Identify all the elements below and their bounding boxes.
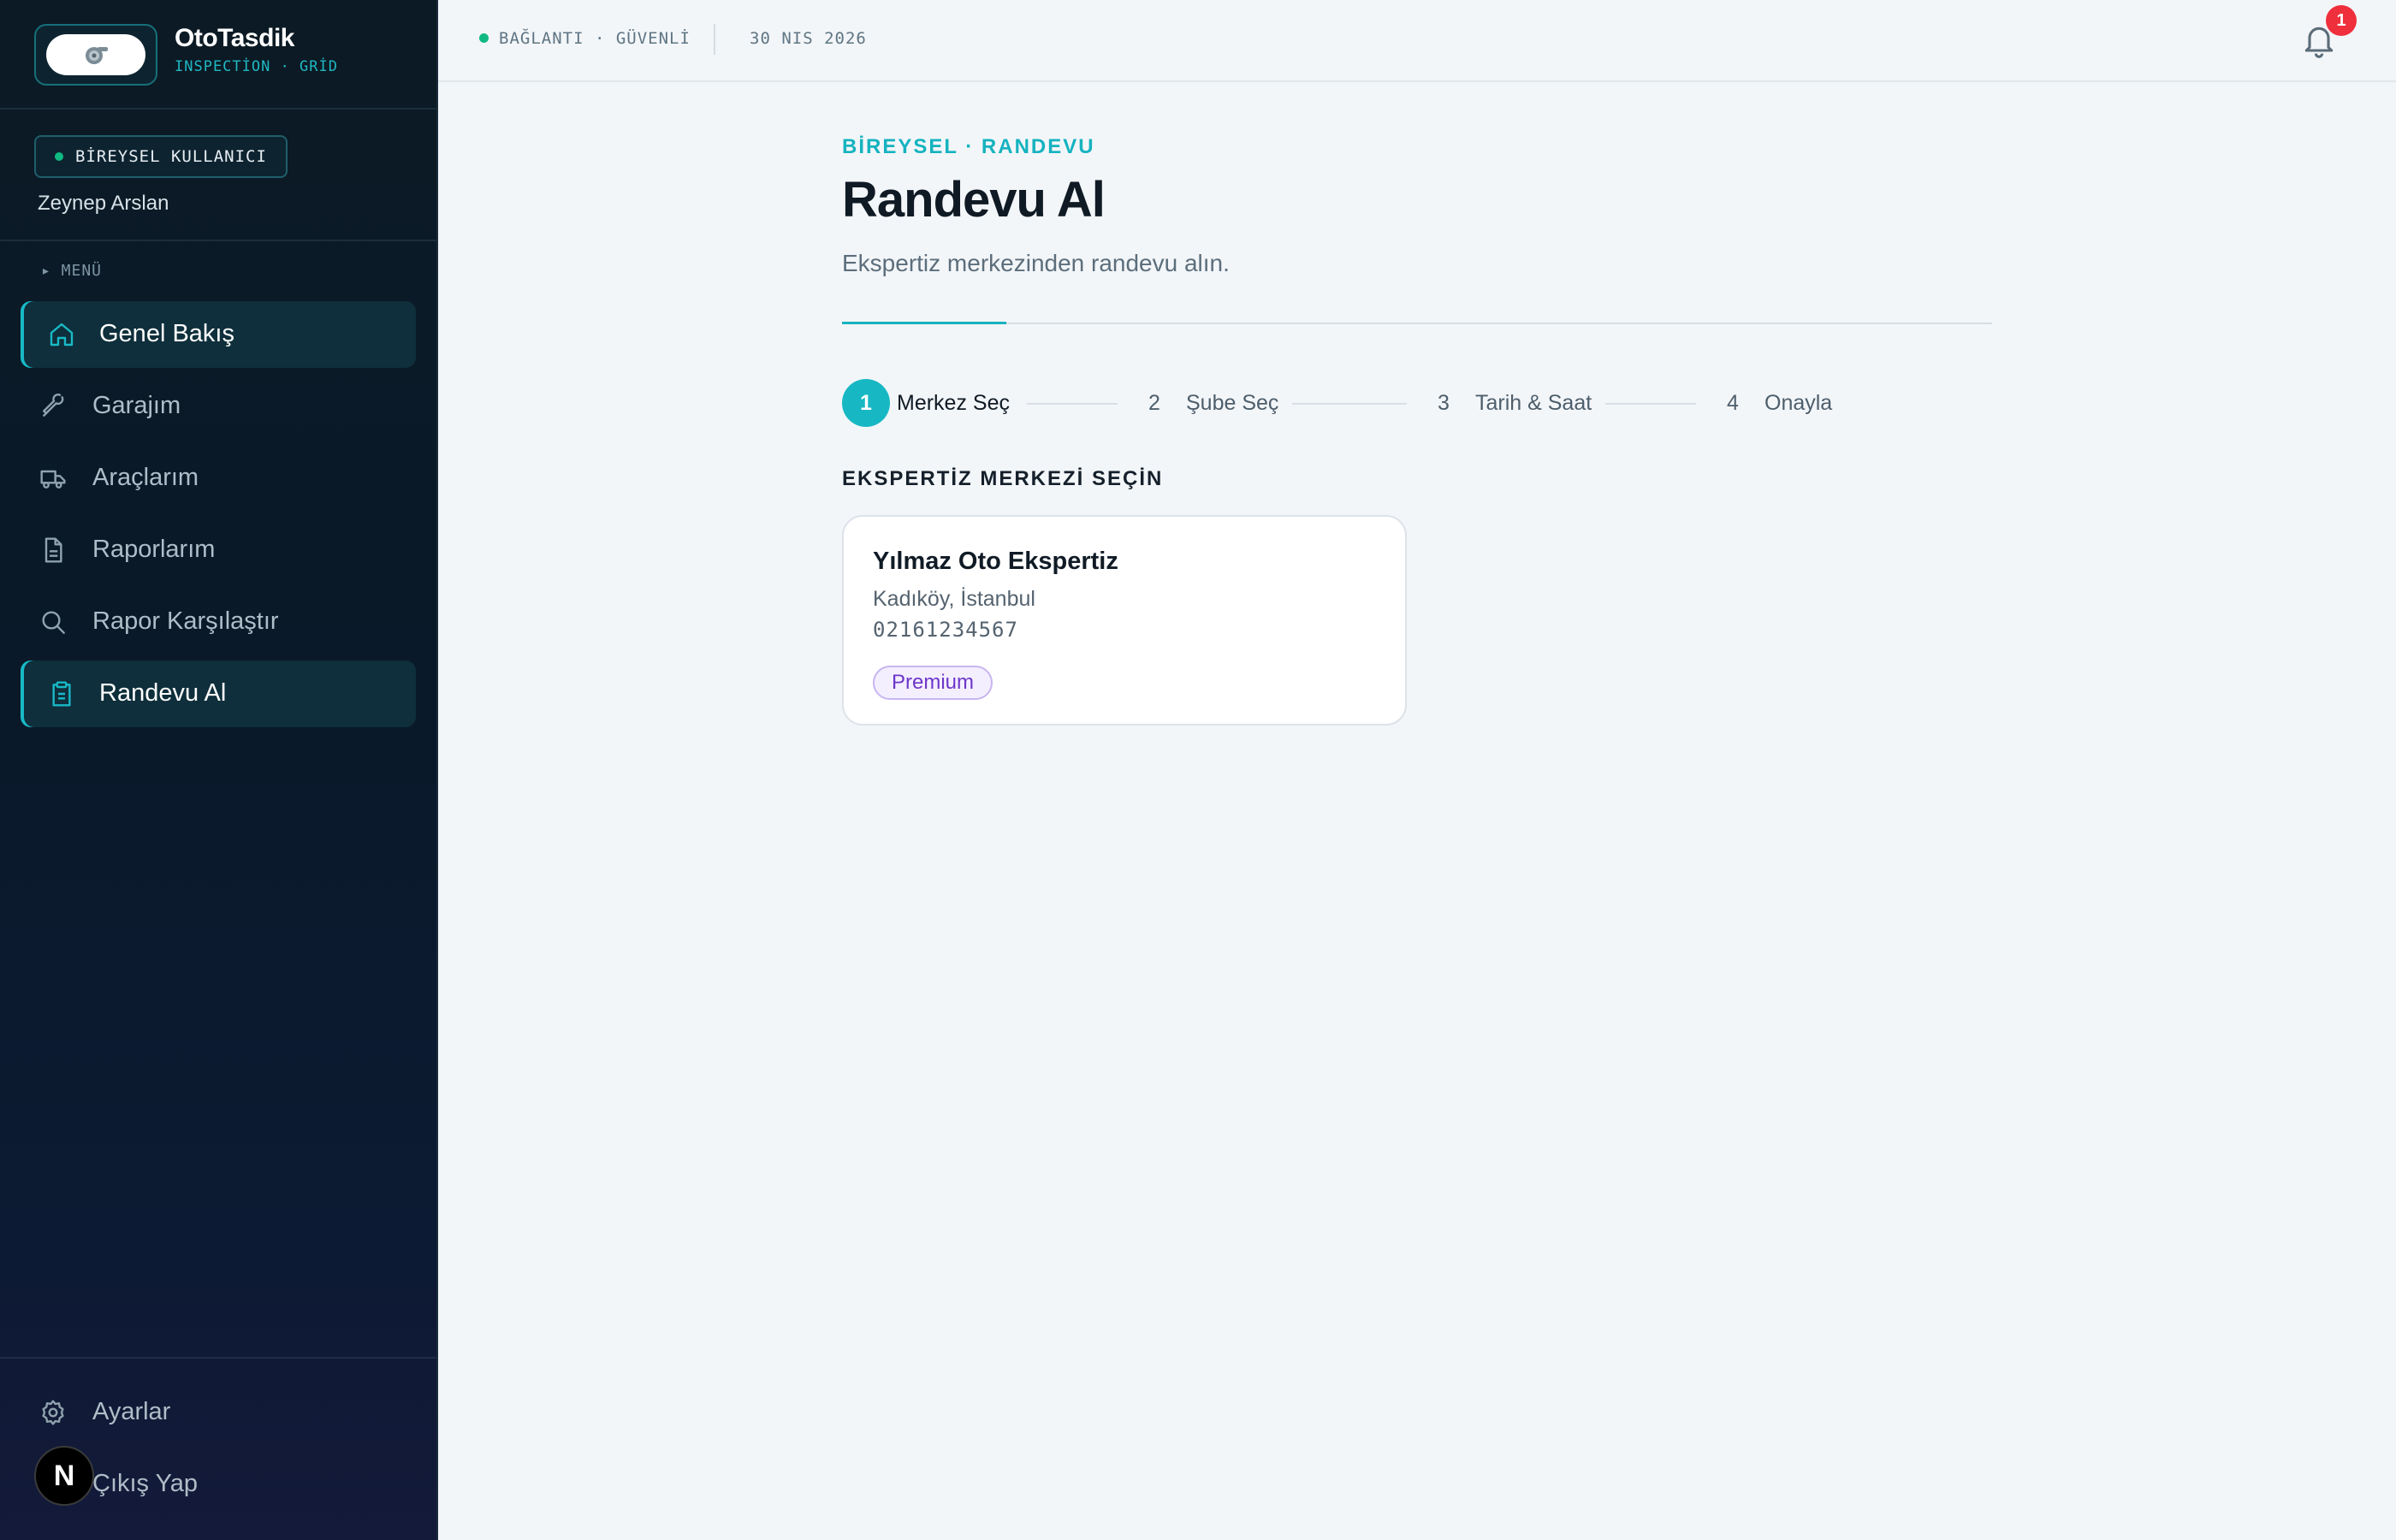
connection-status: BAĞLANTI · GÜVENLİ [479, 29, 691, 48]
sidebar-item-label: Randevu Al [99, 679, 227, 707]
premium-badge: Premium [873, 666, 993, 700]
page-eyebrow: BİREYSEL · RANDEVU [842, 135, 1095, 158]
step-2-label[interactable]: Şube Seç [1186, 391, 1278, 416]
sidebar-item-label: Çıkış Yap [92, 1470, 199, 1497]
center-phone: 02161234567 [873, 618, 1018, 642]
sidebar-item-raporlarim[interactable]: Raporlarım [21, 517, 416, 583]
menu-label: ▸ MENÜ [41, 262, 103, 280]
step-4-label[interactable]: Onayla [1764, 391, 1832, 416]
center-name: Yılmaz Oto Ekspertiz [873, 548, 1118, 575]
brand-name: OtoTasdik [175, 24, 294, 52]
center-card[interactable]: Yılmaz Oto Ekspertiz Kadıköy, İstanbul 0… [842, 515, 1407, 726]
page-title: Randevu Al [842, 172, 1106, 228]
sidebar-item-label: Genel Bakış [99, 320, 234, 347]
topbar-divider [714, 24, 715, 55]
sidebar-item-label: Garajım [92, 392, 181, 419]
role-badge-label: BİREYSEL KULLANICI [75, 147, 267, 166]
sidebar-item-ayarlar[interactable]: Ayarlar [21, 1379, 416, 1446]
brand-logo[interactable] [34, 24, 157, 86]
sidebar-item-randevu-al[interactable]: Randevu Al [21, 660, 416, 727]
connection-label: BAĞLANTI · GÜVENLİ [499, 29, 691, 48]
step-connector [1605, 403, 1696, 405]
section-title: EKSPERTİZ MERKEZİ SEÇİN [842, 467, 1164, 490]
sidebar: OtoTasdik INSPECTİON · GRİD BİREYSEL KUL… [0, 0, 438, 1540]
step-1-label[interactable]: Merkez Seç [897, 391, 1010, 416]
home-icon [50, 323, 74, 346]
wrench-icon [42, 394, 64, 417]
search-icon [42, 611, 65, 634]
header-divider [842, 323, 1992, 324]
current-date: 30 NIS 2026 [750, 29, 867, 48]
step-3-label[interactable]: Tarih & Saat [1475, 391, 1592, 416]
document-icon [44, 537, 62, 563]
step-connector [1292, 403, 1407, 405]
gear-icon [42, 1400, 64, 1425]
sidebar-item-genel-bakis[interactable]: Genel Bakış [21, 301, 416, 368]
clipboard-icon [52, 681, 71, 707]
sidebar-item-rapor-karsilastir[interactable]: Rapor Karşılaştır [21, 589, 416, 655]
status-dot [55, 152, 63, 161]
avatar[interactable]: N [34, 1446, 94, 1506]
notification-badge: 1 [2326, 5, 2357, 36]
sidebar-item-araclarim[interactable]: Araçlarım [21, 445, 416, 512]
sidebar-item-garajim[interactable]: Garajım [21, 373, 416, 440]
user-block: BİREYSEL KULLANICI Zeynep Arslan [0, 110, 436, 241]
role-badge: BİREYSEL KULLANICI [34, 135, 288, 178]
brand-header: OtoTasdik INSPECTİON · GRİD [0, 0, 436, 110]
page-description: Ekspertiz merkezinden randevu alın. [842, 250, 1230, 276]
sidebar-item-label: Raporlarım [92, 536, 216, 563]
user-name: Zeynep Arslan [38, 192, 169, 215]
turbo-logo-icon [86, 47, 108, 64]
sidebar-item-label: Araçlarım [92, 464, 199, 491]
center-location: Kadıköy, İstanbul [873, 587, 1035, 611]
top-bar: BAĞLANTI · GÜVENLİ 30 NIS 2026 1 [438, 0, 2396, 82]
truck-icon [40, 470, 66, 489]
step-connector [1027, 403, 1118, 405]
brand-subtitle: INSPECTİON · GRİD [175, 58, 338, 75]
step-4-number[interactable]: 4 [1727, 391, 1739, 416]
sidebar-item-label: Rapor Karşılaştır [92, 607, 279, 635]
sidebar-item-label: Ayarlar [92, 1398, 171, 1425]
step-3-number[interactable]: 3 [1438, 391, 1450, 416]
logo-pill [46, 34, 145, 75]
connection-dot [479, 33, 489, 43]
step-1-number[interactable]: 1 [842, 379, 890, 427]
header-divider-accent [842, 322, 1006, 324]
step-2-number[interactable]: 2 [1148, 391, 1160, 416]
